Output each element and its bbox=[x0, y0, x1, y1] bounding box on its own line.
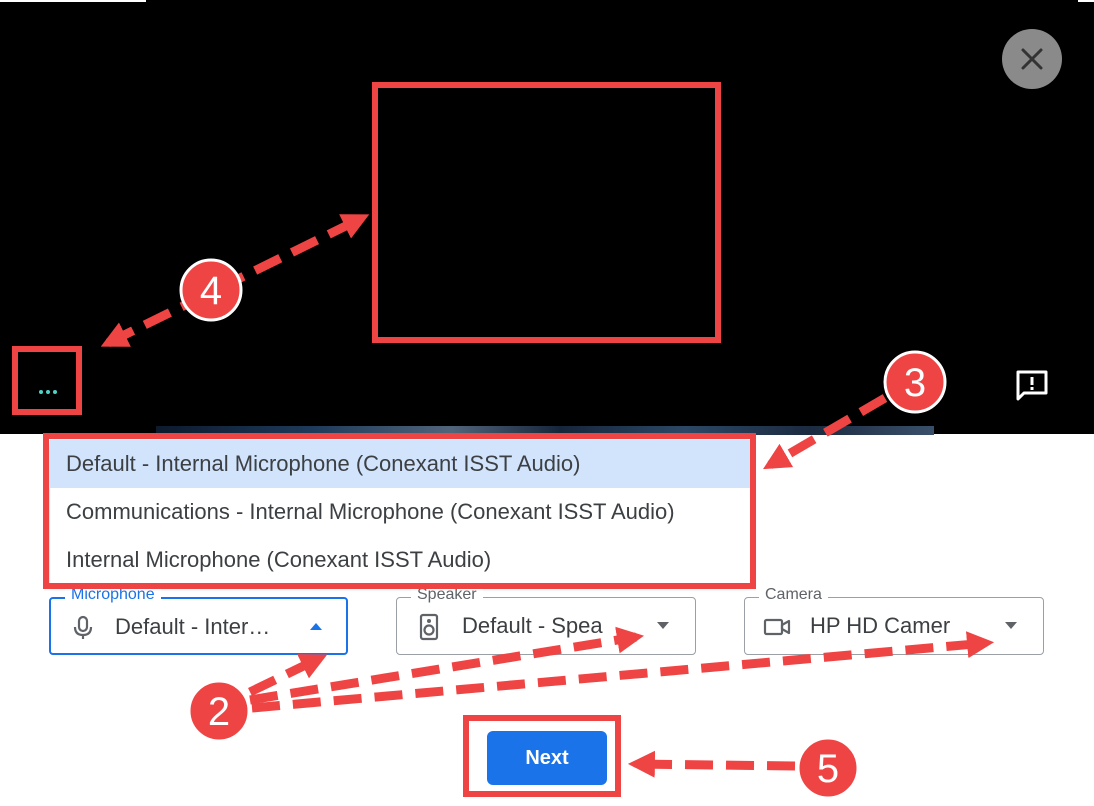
close-button[interactable] bbox=[1002, 29, 1062, 89]
top-edge-strip-right bbox=[1078, 0, 1094, 2]
microphone-option[interactable]: Communications - Internal Microphone (Co… bbox=[50, 488, 750, 536]
feedback-button[interactable] bbox=[1012, 366, 1052, 406]
device-setup-dialog: Default - Internal Microphone (Conexant … bbox=[0, 0, 1094, 806]
annotation-arrow-5 bbox=[627, 750, 796, 778]
arrow-up-icon bbox=[310, 623, 322, 630]
close-icon bbox=[1021, 48, 1043, 70]
arrow-down-icon bbox=[1005, 622, 1017, 629]
annotation-arrow-2a bbox=[248, 653, 328, 697]
video-preview bbox=[0, 0, 1094, 435]
microphone-label: Microphone bbox=[65, 586, 161, 604]
marker-2-label: 2 bbox=[208, 690, 230, 734]
microphone-value: Default - Inter… bbox=[115, 614, 271, 639]
feedback-icon bbox=[1016, 370, 1048, 401]
videocam-icon bbox=[763, 618, 791, 636]
camera-select[interactable]: Camera HP HD Camer bbox=[744, 586, 1044, 655]
arrow-down-icon bbox=[657, 622, 669, 629]
camera-preview-strip bbox=[156, 426, 934, 435]
speaker-value: Default - Spea bbox=[462, 613, 603, 638]
speaker-icon bbox=[419, 613, 439, 641]
annotation-marker-5: 5 bbox=[796, 736, 860, 800]
annotation-marker-2: 2 bbox=[187, 679, 251, 743]
microphone-options-menu: Default - Internal Microphone (Conexant … bbox=[50, 440, 750, 584]
camera-value: HP HD Camer bbox=[810, 613, 951, 638]
speaker-select[interactable]: Speaker Default - Spea bbox=[396, 586, 696, 655]
microphone-option[interactable]: Internal Microphone (Conexant ISST Audio… bbox=[50, 536, 750, 584]
top-edge-strip bbox=[0, 0, 146, 2]
marker-5-label: 5 bbox=[817, 747, 839, 791]
microphone-select[interactable]: Microphone Default - Inter… bbox=[49, 586, 348, 655]
camera-label: Camera bbox=[759, 586, 828, 604]
microphone-option[interactable]: Default - Internal Microphone (Conexant … bbox=[50, 440, 750, 488]
next-button[interactable]: Next bbox=[487, 731, 607, 785]
microphone-icon bbox=[73, 615, 93, 639]
speaker-label: Speaker bbox=[411, 586, 483, 604]
more-options-button[interactable] bbox=[26, 372, 70, 402]
